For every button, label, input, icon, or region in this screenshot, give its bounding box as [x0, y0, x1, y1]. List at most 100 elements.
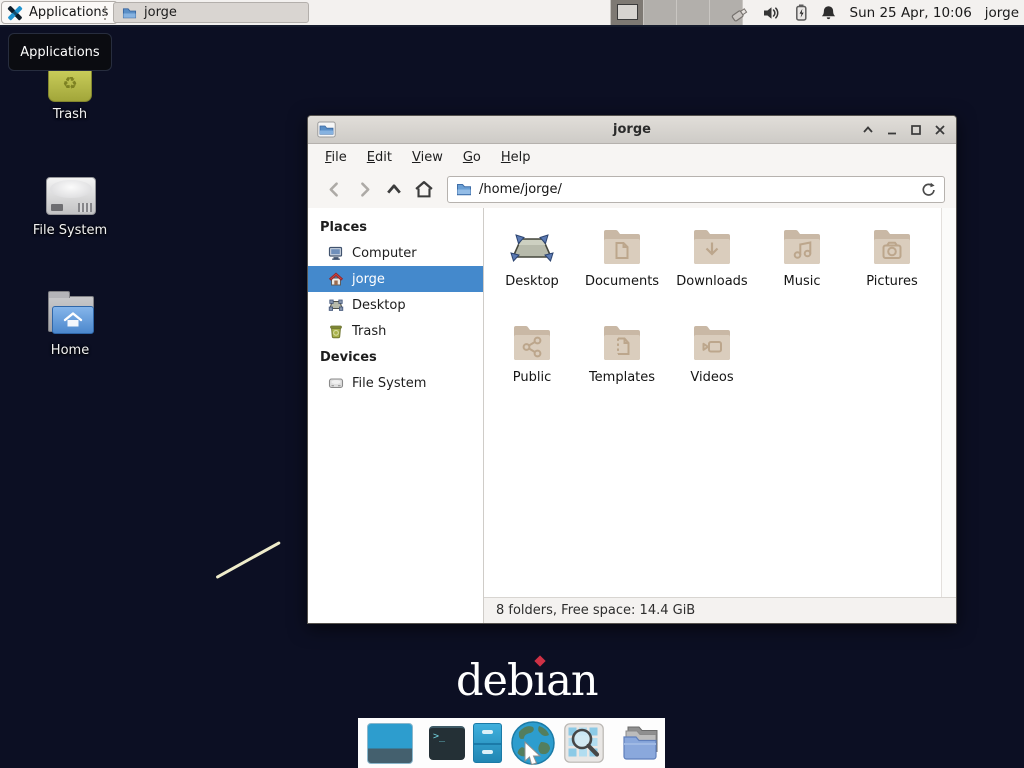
workspace-2[interactable]	[644, 0, 677, 25]
file-view[interactable]: Desktop Documents	[484, 208, 956, 597]
file-label: Music	[784, 274, 821, 289]
side-item-file-system[interactable]: File System	[308, 370, 483, 396]
file-item-public[interactable]: Public	[487, 320, 577, 416]
workspace-1[interactable]	[611, 0, 644, 25]
bottom-dock: >_	[358, 718, 665, 768]
folder-music-icon	[778, 224, 826, 272]
menu-edit[interactable]: Edit	[358, 146, 401, 169]
folders-menu-launcher[interactable]	[620, 723, 664, 763]
path-folder-icon	[456, 182, 472, 196]
show-desktop-button[interactable]	[367, 723, 413, 764]
window-titlebar[interactable]: jorge	[308, 116, 956, 144]
folder-templates-icon	[598, 320, 646, 368]
file-grid: Desktop Documents	[484, 208, 956, 416]
file-item-desktop[interactable]: Desktop	[487, 224, 577, 320]
panel-clock[interactable]: Sun 25 Apr, 10:06	[850, 5, 972, 21]
desktop-icon-label: Home	[22, 343, 118, 358]
window-body: Places Computer	[308, 208, 956, 623]
file-manager-launcher[interactable]	[473, 723, 502, 763]
debian-wordmark: debıan	[456, 656, 598, 706]
side-item-label: File System	[352, 376, 426, 391]
side-item-label: jorge	[352, 272, 385, 287]
home-button[interactable]	[409, 175, 439, 203]
side-header-places: Places	[308, 214, 483, 240]
side-item-trash[interactable]: Trash	[308, 318, 483, 344]
desktop-root: Applications jorge	[0, 0, 1024, 768]
file-item-pictures[interactable]: Pictures	[847, 224, 937, 320]
folder-pictures-icon	[868, 224, 916, 272]
applications-menu-button[interactable]: Applications	[1, 1, 118, 24]
desktop-icon-home[interactable]: Home	[22, 288, 118, 358]
side-item-computer[interactable]: Computer	[308, 240, 483, 266]
notifications-bell-icon[interactable]	[820, 4, 837, 22]
file-label: Public	[513, 370, 551, 385]
hard-drive-icon	[40, 168, 100, 220]
user-home-icon	[328, 271, 344, 287]
main-pane: Desktop Documents	[484, 208, 956, 623]
panel-grip-handle[interactable]	[104, 6, 109, 20]
drive-icon	[328, 375, 344, 391]
house-glyph	[62, 311, 84, 329]
vertical-scrollbar[interactable]	[941, 208, 956, 597]
xfce-logo-icon	[6, 4, 24, 22]
side-item-jorge[interactable]: jorge	[308, 266, 483, 292]
web-browser-launcher[interactable]	[510, 720, 556, 766]
file-item-videos[interactable]: Videos	[667, 320, 757, 416]
desktop-line-artifact	[216, 541, 281, 579]
desktop-icon-file-system[interactable]: File System	[22, 168, 118, 238]
file-item-downloads[interactable]: Downloads	[667, 224, 757, 320]
menu-go[interactable]: Go	[454, 146, 490, 169]
minimize-button[interactable]	[884, 123, 899, 138]
statusbar: 8 folders, Free space: 14.4 GiB	[484, 597, 956, 623]
back-button[interactable]	[319, 175, 349, 203]
path-input[interactable]: /home/jorge/	[479, 182, 913, 197]
file-label: Templates	[589, 370, 655, 385]
side-item-label: Desktop	[352, 298, 406, 313]
applications-tooltip: Applications	[8, 33, 112, 71]
side-header-devices: Devices	[308, 344, 483, 370]
side-pane: Places Computer	[308, 208, 484, 623]
folder-videos-icon	[688, 320, 736, 368]
file-label: Documents	[585, 274, 659, 289]
menu-view[interactable]: View	[403, 146, 452, 169]
menu-help[interactable]: Help	[492, 146, 540, 169]
window-controls	[860, 116, 947, 144]
terminal-icon: >_	[429, 726, 465, 760]
close-button[interactable]	[932, 123, 947, 138]
file-label: Pictures	[866, 274, 917, 289]
reload-icon[interactable]	[920, 181, 936, 197]
workspace-mini-window	[617, 4, 638, 20]
up-button[interactable]	[379, 175, 409, 203]
menu-file[interactable]: File	[316, 146, 356, 169]
maximize-button[interactable]	[908, 123, 923, 138]
terminal-launcher[interactable]: >_	[429, 726, 465, 760]
removable-media-icon[interactable]	[729, 3, 751, 23]
desktop-icon-label: File System	[22, 223, 118, 238]
file-item-templates[interactable]: Templates	[577, 320, 667, 416]
folder-icon	[122, 6, 137, 20]
show-desktop-icon	[367, 723, 413, 764]
desktop-surface-icon	[508, 224, 556, 272]
location-bar[interactable]: /home/jorge/	[447, 176, 945, 203]
session-user-menu[interactable]: jorge	[985, 5, 1019, 21]
trash-icon	[328, 323, 344, 339]
file-label: Downloads	[676, 274, 747, 289]
volume-icon[interactable]	[762, 4, 782, 22]
taskbar-window-button[interactable]: jorge	[113, 2, 309, 23]
window-title: jorge	[308, 122, 956, 137]
forward-button[interactable]	[349, 175, 379, 203]
side-item-label: Computer	[352, 246, 417, 261]
workspace-3[interactable]	[677, 0, 710, 25]
workspace-pager	[610, 0, 743, 25]
wordmark-i: ı	[534, 656, 547, 706]
app-finder-launcher[interactable]	[564, 723, 604, 763]
battery-icon[interactable]	[793, 3, 809, 22]
wordmark-post: an	[546, 656, 597, 706]
file-item-documents[interactable]: Documents	[577, 224, 667, 320]
file-item-music[interactable]: Music	[757, 224, 847, 320]
side-item-desktop[interactable]: Desktop	[308, 292, 483, 318]
desktop-icon-label: Trash	[22, 107, 118, 122]
tooltip-text: Applications	[20, 45, 99, 60]
home-folder-icon	[40, 288, 100, 340]
shade-button[interactable]	[860, 123, 875, 138]
